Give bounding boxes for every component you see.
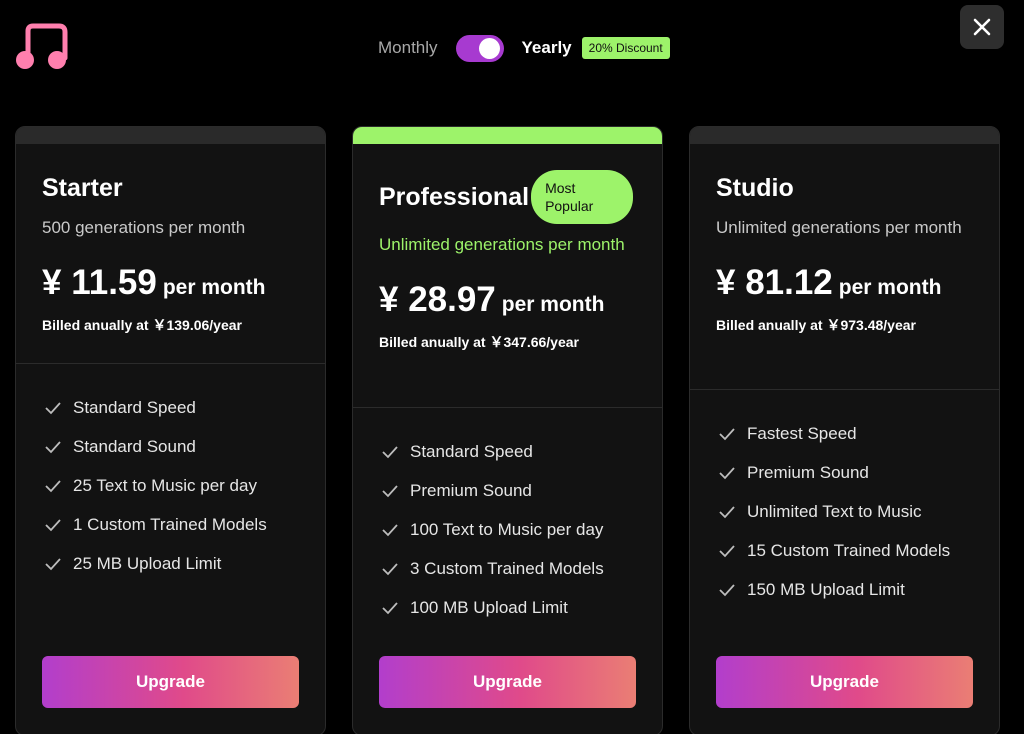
plan-description: 500 generations per month — [42, 218, 246, 237]
feature-item: Standard Speed — [44, 388, 325, 427]
feature-label: Unlimited Text to Music — [747, 501, 922, 521]
feature-label: Premium Sound — [747, 462, 869, 482]
card-header: Studio Unlimited generations per month ¥… — [690, 144, 999, 390]
check-icon — [382, 562, 398, 575]
feature-item: 25 MB Upload Limit — [44, 544, 325, 583]
feature-label: 100 MB Upload Limit — [410, 597, 568, 617]
price-period: per month — [501, 293, 605, 316]
feature-item: 100 MB Upload Limit — [381, 588, 662, 627]
switch-knob — [478, 37, 500, 59]
check-icon — [382, 484, 398, 497]
feature-list: Standard Speed Standard Sound 25 Text to… — [16, 364, 325, 583]
card-top-bar — [690, 127, 999, 144]
check-icon — [382, 601, 398, 614]
card-top-bar — [16, 127, 325, 144]
feature-label: 3 Custom Trained Models — [410, 558, 604, 578]
feature-list: Standard Speed Premium Sound 100 Text to… — [353, 408, 662, 627]
feature-item: 1 Custom Trained Models — [44, 505, 325, 544]
feature-item: Fastest Speed — [718, 414, 999, 453]
upgrade-button[interactable]: Upgrade — [716, 656, 973, 708]
feature-label: 25 Text to Music per day — [73, 475, 257, 495]
check-icon — [45, 440, 61, 453]
plan-name: Starter — [42, 174, 123, 202]
feature-item: Standard Sound — [44, 427, 325, 466]
feature-item: 100 Text to Music per day — [381, 510, 662, 549]
plan-name: Studio — [716, 174, 794, 202]
check-icon — [719, 583, 735, 596]
feature-label: Fastest Speed — [747, 423, 857, 443]
check-icon — [45, 401, 61, 414]
feature-label: Standard Speed — [410, 441, 533, 461]
check-icon — [719, 466, 735, 479]
close-button[interactable] — [960, 5, 1004, 49]
check-icon — [45, 518, 61, 531]
card-header: Professional Most Popular Unlimited gene… — [353, 144, 662, 408]
card-top-bar — [353, 127, 662, 144]
music-note-icon — [13, 22, 69, 74]
feature-item: Standard Speed — [381, 432, 662, 471]
feature-item: Premium Sound — [718, 453, 999, 492]
monthly-label[interactable]: Monthly — [378, 38, 438, 58]
plan-price: ¥ 11.59 — [42, 263, 157, 302]
discount-badge: 20% Discount — [581, 37, 670, 59]
feature-list: Fastest Speed Premium Sound Unlimited Te… — [690, 390, 999, 609]
billing-switch[interactable] — [455, 34, 504, 62]
card-header: Starter 500 generations per month ¥ 11.5… — [16, 144, 325, 364]
feature-label: 1 Custom Trained Models — [73, 514, 267, 534]
feature-label: 100 Text to Music per day — [410, 519, 604, 539]
feature-item: 150 MB Upload Limit — [718, 570, 999, 609]
check-icon — [719, 505, 735, 518]
feature-label: Standard Sound — [73, 436, 196, 456]
feature-label: 150 MB Upload Limit — [747, 579, 905, 599]
feature-item: 15 Custom Trained Models — [718, 531, 999, 570]
upgrade-button[interactable]: Upgrade — [379, 656, 636, 708]
upgrade-button[interactable]: Upgrade — [42, 656, 299, 708]
billed-annually-note: Billed anually at ￥139.06/year — [42, 317, 242, 333]
billed-annually-note: Billed anually at ￥973.48/year — [716, 317, 916, 333]
feature-label: Premium Sound — [410, 480, 532, 500]
feature-item: Unlimited Text to Music — [718, 492, 999, 531]
plan-description: Unlimited generations per month — [716, 218, 962, 237]
check-icon — [719, 427, 735, 440]
feature-label: Standard Speed — [73, 397, 196, 417]
check-icon — [382, 445, 398, 458]
plan-price: ¥ 81.12 — [716, 263, 833, 302]
yearly-label[interactable]: Yearly — [522, 38, 572, 58]
plan-card-studio: Studio Unlimited generations per month ¥… — [689, 126, 1000, 734]
feature-item: 3 Custom Trained Models — [381, 549, 662, 588]
feature-label: 25 MB Upload Limit — [73, 553, 222, 573]
check-icon — [719, 544, 735, 557]
check-icon — [382, 523, 398, 536]
check-icon — [45, 557, 61, 570]
plan-price: ¥ 28.97 — [379, 280, 496, 319]
plan-card-starter: Starter 500 generations per month ¥ 11.5… — [15, 126, 326, 734]
price-period: per month — [162, 276, 266, 299]
billing-period-toggle: Monthly Yearly 20% Discount — [378, 34, 670, 62]
plan-name: Professional — [379, 182, 530, 211]
feature-label: 15 Custom Trained Models — [747, 540, 951, 560]
feature-item: Premium Sound — [381, 471, 662, 510]
price-period: per month — [838, 276, 942, 299]
billed-annually-note: Billed anually at ￥347.66/year — [379, 334, 579, 350]
most-popular-badge: Most Popular — [531, 170, 634, 224]
close-icon — [973, 18, 991, 36]
plan-card-professional: Professional Most Popular Unlimited gene… — [352, 126, 663, 734]
check-icon — [45, 479, 61, 492]
feature-item: 25 Text to Music per day — [44, 466, 325, 505]
plan-description: Unlimited generations per month — [379, 235, 625, 254]
